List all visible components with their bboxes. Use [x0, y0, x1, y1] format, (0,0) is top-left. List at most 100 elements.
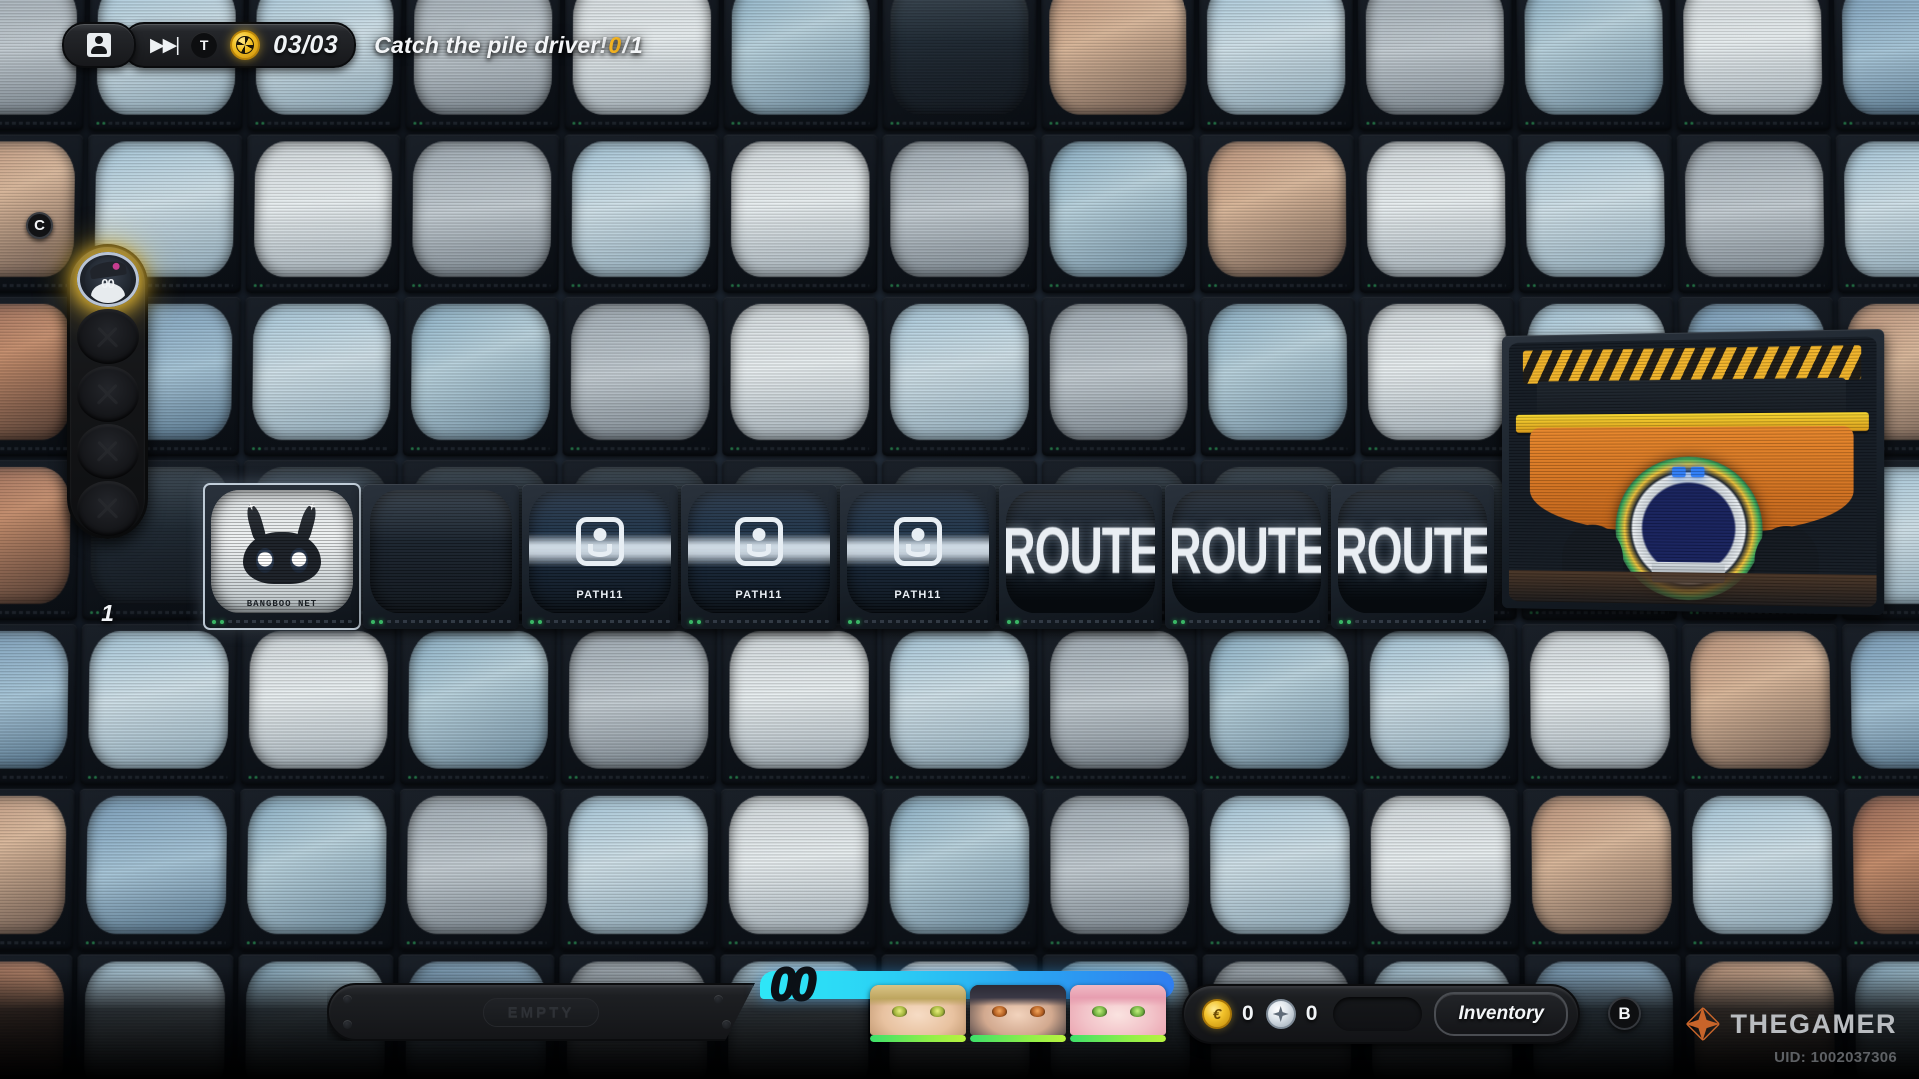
portrait-eyes — [1070, 1006, 1166, 1017]
top-hud: ▶▶| T 03/03 Catch the pile driver! 0 / 1 — [62, 22, 643, 68]
tv-node-route[interactable]: ROUTE — [1331, 484, 1494, 629]
background-crt — [882, 788, 1038, 950]
background-crt — [721, 788, 877, 950]
crt-screen — [409, 631, 549, 769]
background-crt — [1836, 134, 1919, 292]
crt-screen — [1049, 0, 1187, 114]
crt-screen — [890, 303, 1029, 439]
crt-controls — [1050, 939, 1190, 946]
bangboo-slot-empty[interactable] — [77, 309, 139, 364]
crt-screen — [0, 631, 69, 769]
empty-slot-x-icon — [95, 381, 121, 407]
crt-controls — [1686, 282, 1824, 289]
background-crt — [1202, 624, 1358, 785]
crt-controls — [255, 119, 393, 126]
background-crt — [1682, 624, 1839, 785]
crt-screen — [0, 467, 71, 604]
bangboo-slot-empty[interactable] — [77, 481, 139, 536]
pile-driver-panel[interactable] — [1502, 329, 1884, 615]
token-count: 03/03 — [273, 31, 338, 60]
crt-screen — [1532, 795, 1673, 933]
inventory-key-hint: B — [1608, 997, 1641, 1030]
crt-controls — [409, 773, 548, 780]
background-crt — [1042, 297, 1197, 456]
crt-screen — [1690, 631, 1831, 769]
portrait-hair — [1070, 985, 1166, 1006]
tv-node-controls — [689, 618, 829, 625]
tv-node-path[interactable]: PATH11 — [681, 484, 837, 629]
crt-screen — [1525, 0, 1664, 114]
quest-separator: / — [622, 32, 629, 59]
party-hp-bars — [870, 1035, 1166, 1042]
tv-node-path[interactable]: PATH11 — [522, 484, 678, 629]
quest-label: Catch the pile driver! — [374, 32, 607, 59]
background-crt — [1677, 134, 1833, 292]
thegamer-logo-icon — [1686, 1007, 1720, 1041]
crt-screen — [890, 141, 1028, 277]
background-crt — [882, 624, 1037, 785]
background-crt — [1201, 297, 1356, 456]
tv-node-route[interactable]: ROUTE — [999, 484, 1162, 629]
text-log-button[interactable]: T — [191, 32, 217, 58]
crt-controls — [569, 773, 708, 780]
party-portraits[interactable] — [870, 985, 1166, 1035]
watermark-brand: THEGAMER — [1731, 1009, 1898, 1040]
crt-controls — [1050, 445, 1189, 452]
bangboo-slot-empty[interactable] — [77, 424, 139, 479]
screw-icon — [343, 995, 352, 1004]
crt-screen — [1842, 0, 1919, 114]
crt-controls — [407, 939, 547, 946]
tv-node-path[interactable]: PATH11 — [840, 484, 996, 629]
bangboo-slot-empty[interactable] — [77, 366, 139, 421]
crt-screen — [0, 795, 67, 933]
background-crt — [564, 134, 719, 292]
route-node-label: ROUTE — [1338, 514, 1487, 589]
city-silhouette — [1338, 581, 1487, 613]
tv-node-empty[interactable] — [363, 484, 519, 629]
party-panel[interactable]: 00 — [760, 971, 1174, 1051]
crt-controls — [572, 282, 710, 289]
crt-screen — [1685, 141, 1825, 277]
crt-controls — [1533, 939, 1673, 946]
background-crt — [1363, 788, 1520, 950]
gear-slot-panel[interactable]: EMPTY — [327, 983, 755, 1041]
background-crt — [399, 788, 556, 950]
background-crt — [403, 297, 559, 456]
tv-node-bangboo-selected[interactable]: BANGBOO NET — [204, 484, 360, 629]
bangboo-slot-bar[interactable]: 00 — [67, 244, 148, 539]
crt-controls — [1685, 119, 1823, 126]
party-portrait[interactable] — [870, 985, 966, 1035]
crt-screen — [731, 141, 869, 277]
crt-controls — [1371, 773, 1510, 780]
crt-controls — [732, 119, 870, 126]
uid-label: UID: 1002037306 — [1774, 1049, 1897, 1066]
party-hp-bar — [970, 1035, 1066, 1042]
game-screen: BANGBOO NET PATH11 PATH11 PATH11 ROUTE ROUTE R… — [0, 0, 1919, 1079]
background-crt — [1523, 788, 1680, 950]
empty-slot-x-icon — [95, 495, 121, 521]
crt-screen — [1844, 141, 1919, 277]
tv-node-row[interactable]: BANGBOO NET PATH11 PATH11 PATH11 ROUTE ROUTE R… — [204, 484, 1494, 629]
inventory-button[interactable]: Inventory — [1434, 992, 1568, 1036]
portrait-hair — [970, 985, 1066, 1006]
tv-node-route[interactable]: ROUTE — [1165, 484, 1328, 629]
fast-forward-icon[interactable]: ▶▶| — [150, 36, 178, 55]
tv-node-controls — [371, 618, 511, 625]
screw-icon — [343, 1020, 352, 1029]
background-crt — [1042, 788, 1198, 950]
background-crt — [563, 297, 718, 456]
party-portrait[interactable] — [970, 985, 1066, 1035]
background-crt — [561, 624, 717, 785]
tv-node-controls — [848, 618, 988, 625]
party-portrait[interactable] — [1070, 985, 1166, 1035]
background-crt — [1359, 134, 1514, 292]
crt-controls — [248, 773, 387, 780]
crt-screen — [729, 631, 868, 769]
portrait-eyes — [970, 1006, 1066, 1017]
crt-controls — [1367, 119, 1505, 126]
crt-screen — [732, 0, 870, 114]
crt-screen — [1211, 795, 1351, 933]
background-crt — [78, 788, 236, 950]
profile-button[interactable] — [62, 22, 136, 68]
bangboo-slot-filled[interactable]: 00 — [77, 252, 139, 307]
